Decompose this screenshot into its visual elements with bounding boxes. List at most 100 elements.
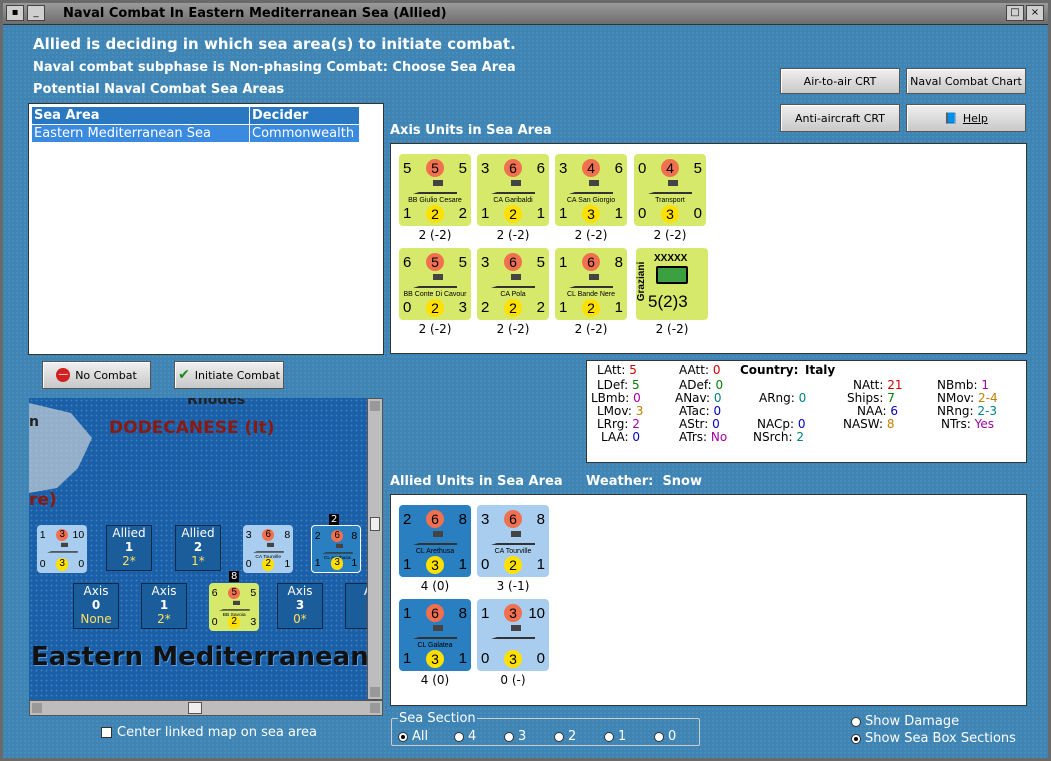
map-axis-box-4[interactable]: A bbox=[345, 583, 367, 629]
axis-unit-counter[interactable]: 3 4 6 CA San Giorgio 1 3 1 bbox=[555, 154, 627, 226]
linked-map[interactable]: Rhodes n DODECANESE (It) re) 1 3 10 0 3 … bbox=[29, 398, 367, 700]
map-region-label: DODECANESE (It) bbox=[109, 418, 275, 438]
range-value: 0 bbox=[78, 558, 85, 571]
defense-value: 1 bbox=[314, 557, 321, 570]
scroll-down-icon[interactable] bbox=[370, 687, 380, 697]
weather-label: Weather: Snow bbox=[586, 474, 702, 489]
map-counter-tourville[interactable]: 3 6 8 CA Tourville 0 2 1 bbox=[243, 525, 293, 573]
allied-unit-counter[interactable]: 1 6 8 CL Galatea 1 3 1 bbox=[399, 599, 471, 671]
no-combat-button[interactable]: — No Combat bbox=[42, 361, 151, 389]
map-h-scroll-thumb[interactable] bbox=[188, 702, 202, 714]
sea-section-radio-1[interactable]: 4 bbox=[454, 729, 504, 744]
ship-silhouette-icon bbox=[569, 274, 613, 288]
anti-air-circle: 2 bbox=[227, 616, 241, 629]
sea-section-radio-3[interactable]: 2 bbox=[554, 729, 604, 744]
row-sea-area[interactable]: Eastern Mediterranean Sea bbox=[31, 124, 250, 143]
map-counter-arethusa[interactable]: 2 6 8 CL Arethusa 1 3 1 bbox=[311, 525, 361, 573]
minimize-icon[interactable]: _ bbox=[27, 5, 45, 21]
map-allied-box-1[interactable]: Allied 1 2* bbox=[106, 525, 152, 571]
ship-silhouette-icon bbox=[46, 543, 78, 553]
army-unit-counter[interactable]: Graziani XXXXX 5(2)3 bbox=[636, 248, 708, 320]
island-shape bbox=[29, 403, 92, 493]
naval-attack-circle: 6 bbox=[426, 604, 444, 622]
radio-circle[interactable] bbox=[554, 731, 564, 742]
checkbox-box[interactable] bbox=[101, 727, 112, 738]
no-entry-icon: — bbox=[56, 368, 71, 382]
map-badge-2: 2 bbox=[329, 514, 340, 525]
title-bar[interactable]: ▪ _ Naval Combat In Eastern Mediterranea… bbox=[3, 3, 1048, 25]
unit-stats-panel: Country: Italy LAtt: 5 LDef: 5 LBmb: 0 LMov: … bbox=[586, 360, 1027, 463]
col-decider[interactable]: Decider bbox=[249, 106, 360, 125]
anti-air-circle: 3 bbox=[582, 205, 600, 223]
scroll-right-icon[interactable] bbox=[370, 703, 380, 713]
naval-attack-circle: 6 bbox=[261, 528, 275, 542]
anti-aircraft-crt-button[interactable]: Anti-aircraft CRT bbox=[780, 104, 900, 132]
sea-section-radio-4[interactable]: 1 bbox=[604, 729, 654, 744]
allied-unit-counter[interactable]: 2 6 8 CL Arethusa 1 3 1 bbox=[399, 505, 471, 577]
col-sea-area[interactable]: Sea Area bbox=[31, 106, 250, 125]
radio-show-damage[interactable] bbox=[851, 716, 861, 727]
sea-section-group: Sea Section All 4 3 2 1 0 bbox=[391, 711, 700, 746]
anti-air-circle: 3 bbox=[661, 205, 679, 223]
map-axis-box-1[interactable]: Axis 1 2* bbox=[141, 583, 187, 629]
map-badge-8: 8 bbox=[229, 571, 240, 582]
air-to-air-crt-button[interactable]: Air-to-air CRT bbox=[780, 68, 900, 94]
axis-unit-counter[interactable]: 3 6 5 CA Pola 2 2 2 bbox=[477, 248, 549, 320]
table-row[interactable]: Eastern Mediterranean Sea Commonwealth bbox=[31, 124, 360, 143]
radio-circle[interactable] bbox=[654, 731, 664, 742]
anti-air-circle: 3 bbox=[504, 650, 522, 668]
radio-circle[interactable] bbox=[398, 731, 408, 742]
stat-ships: Ships: 7 bbox=[847, 391, 895, 405]
army-commander-name: Graziani bbox=[636, 261, 648, 302]
attack-value: 0 bbox=[638, 160, 647, 177]
movement-value: 5 bbox=[458, 160, 467, 177]
maximize-icon[interactable]: □ bbox=[1006, 5, 1024, 21]
movement-value: 5 bbox=[536, 254, 545, 271]
allied-unit-counter[interactable]: 3 6 8 CA Tourville 0 2 1 bbox=[477, 505, 549, 577]
axis-unit-counter[interactable]: 5 5 5 BB Giulio Cesare 1 2 2 bbox=[399, 154, 471, 226]
radio-circle[interactable] bbox=[504, 731, 514, 742]
map-counter-savoia[interactable]: 6 5 5 BB Savoia 0 2 3 bbox=[209, 583, 259, 631]
map-small-counter[interactable]: 1 3 10 0 3 0 bbox=[37, 525, 87, 573]
naval-attack-circle: 6 bbox=[504, 253, 522, 271]
show-damage-radio[interactable]: Show Damage bbox=[851, 714, 959, 729]
sea-section-radio-5[interactable]: 0 bbox=[654, 729, 704, 744]
help-button[interactable]: 📘 Help bbox=[906, 104, 1026, 132]
ship-silhouette-icon bbox=[413, 274, 457, 288]
radio-show-sea-box[interactable] bbox=[851, 733, 861, 744]
range-value: 1 bbox=[536, 205, 545, 222]
allied-unit-counter[interactable]: 1 3 10 0 3 0 bbox=[477, 599, 549, 671]
map-axis-box-0[interactable]: Axis 0 None bbox=[73, 583, 119, 629]
row-decider[interactable]: Commonwealth bbox=[249, 124, 360, 143]
axis-unit-strength: 2 (-2) bbox=[418, 322, 452, 336]
axis-unit-counter[interactable]: 0 4 5 Transport 0 3 0 bbox=[634, 154, 706, 226]
stat-lrrg: LRrg: 2 bbox=[597, 417, 640, 431]
close-icon[interactable]: × bbox=[1026, 5, 1044, 21]
axis-unit-counter[interactable]: 3 6 6 CA Garibaldi 1 2 1 bbox=[477, 154, 549, 226]
scroll-up-icon[interactable] bbox=[370, 401, 380, 411]
map-vertical-scrollbar[interactable] bbox=[367, 398, 383, 700]
scroll-left-icon[interactable] bbox=[32, 703, 42, 713]
radio-circle[interactable] bbox=[454, 731, 464, 742]
initiate-combat-button[interactable]: ✔ Initiate Combat bbox=[174, 361, 284, 389]
radio-circle[interactable] bbox=[604, 731, 614, 742]
sea-section-radio-2[interactable]: 3 bbox=[504, 729, 554, 744]
show-sea-box-radio[interactable]: Show Sea Box Sections bbox=[851, 731, 1016, 746]
anti-air-circle: 2 bbox=[504, 205, 522, 223]
axis-unit-counter[interactable]: 1 6 8 CL Bande Nere 1 2 1 bbox=[555, 248, 627, 320]
system-menu-icon[interactable]: ▪ bbox=[6, 5, 24, 21]
stat-ntrs: NTrs: Yes bbox=[941, 417, 994, 431]
naval-combat-chart-button[interactable]: Naval Combat Chart bbox=[906, 68, 1026, 94]
stat-anav: ANav: 0 bbox=[675, 391, 722, 405]
range-value: 1 bbox=[458, 556, 467, 573]
center-map-checkbox[interactable]: Center linked map on sea area bbox=[101, 725, 317, 740]
defense-value: 0 bbox=[211, 616, 218, 629]
sea-section-radio-0[interactable]: All bbox=[398, 729, 454, 744]
map-horizontal-scrollbar[interactable] bbox=[29, 700, 383, 716]
ship-silhouette-icon bbox=[413, 625, 457, 639]
map-allied-box-2[interactable]: Allied 2 1* bbox=[175, 525, 221, 571]
map-axis-box-3[interactable]: Axis 3 0* bbox=[277, 583, 323, 629]
axis-unit-counter[interactable]: 6 5 5 BB Conte Di Cavour 0 2 3 bbox=[399, 248, 471, 320]
map-v-scroll-thumb[interactable] bbox=[370, 517, 380, 531]
defense-value: 2 bbox=[481, 299, 490, 316]
